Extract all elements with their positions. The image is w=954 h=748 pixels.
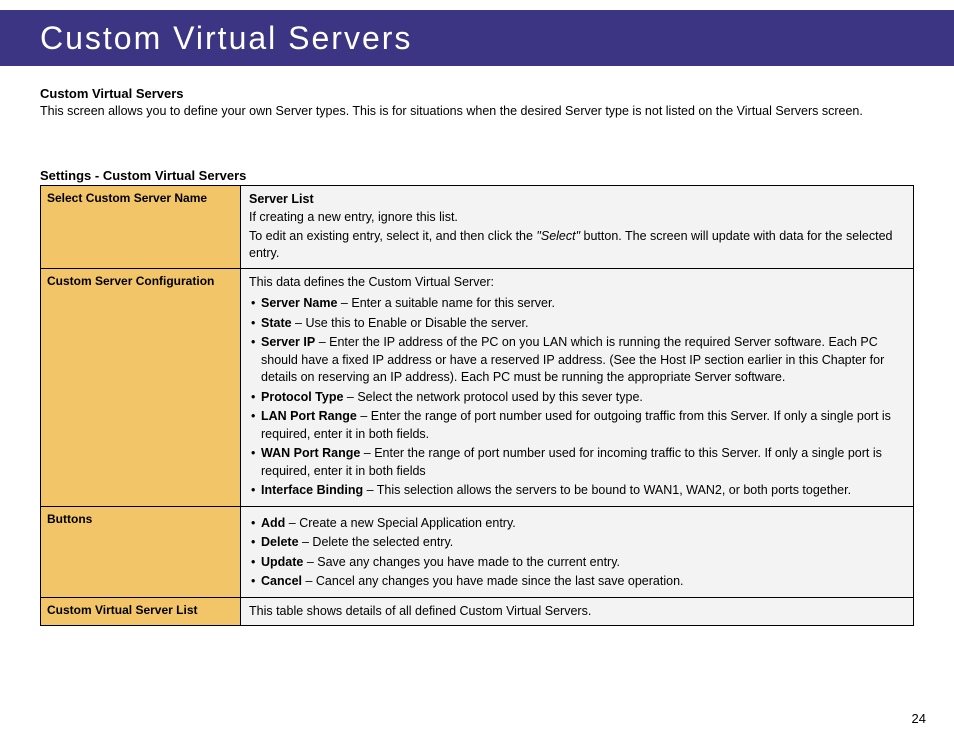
item-text: – Cancel any changes you have made since… <box>302 574 684 588</box>
list-item: Delete – Delete the selected entry. <box>249 534 905 552</box>
row-desc-buttons: Add – Create a new Special Application e… <box>241 506 914 597</box>
list-item: Update – Save any changes you have made … <box>249 554 905 572</box>
item-bold: State <box>261 316 292 330</box>
page-title: Custom Virtual Servers <box>40 20 412 57</box>
item-text: – Use this to Enable or Disable the serv… <box>292 316 529 330</box>
item-bold: Protocol Type <box>261 390 343 404</box>
item-bold: Interface Binding <box>261 483 363 497</box>
item-text: – Save any changes you have made to the … <box>303 555 620 569</box>
row-label-select-server: Select Custom Server Name <box>41 185 241 268</box>
item-bold: Update <box>261 555 303 569</box>
server-list-p2: To edit an existing entry, select it, an… <box>249 228 905 263</box>
list-item: WAN Port Range – Enter the range of port… <box>249 445 905 480</box>
serverlist-text: This table shows details of all defined … <box>249 603 905 621</box>
item-text: – Enter a suitable name for this server. <box>337 296 554 310</box>
intro-heading: Custom Virtual Servers <box>40 86 914 101</box>
table-row: Select Custom Server Name Server List If… <box>41 185 914 268</box>
item-text: – Create a new Special Application entry… <box>285 516 515 530</box>
text: To edit an existing entry, select it, an… <box>249 229 536 243</box>
config-intro: This data defines the Custom Virtual Ser… <box>249 274 905 292</box>
item-text: – Delete the selected entry. <box>299 535 454 549</box>
item-bold: Server IP <box>261 335 315 349</box>
item-bold: Server Name <box>261 296 337 310</box>
item-bold: Delete <box>261 535 299 549</box>
table-row: Buttons Add – Create a new Special Appli… <box>41 506 914 597</box>
row-desc-select-server: Server List If creating a new entry, ign… <box>241 185 914 268</box>
row-desc-serverlist: This table shows details of all defined … <box>241 597 914 626</box>
settings-table: Select Custom Server Name Server List If… <box>40 185 914 627</box>
page-number: 24 <box>912 711 926 726</box>
list-item: State – Use this to Enable or Disable th… <box>249 315 905 333</box>
item-bold: Cancel <box>261 574 302 588</box>
item-text: – This selection allows the servers to b… <box>363 483 851 497</box>
item-bold: LAN Port Range <box>261 409 357 423</box>
config-list: Server Name – Enter a suitable name for … <box>249 295 905 500</box>
row-desc-config: This data defines the Custom Virtual Ser… <box>241 268 914 506</box>
list-item: LAN Port Range – Enter the range of port… <box>249 408 905 443</box>
select-quote: "Select" <box>536 229 580 243</box>
table-row: Custom Virtual Server List This table sh… <box>41 597 914 626</box>
list-item: Cancel – Cancel any changes you have mad… <box>249 573 905 591</box>
list-item: Interface Binding – This selection allow… <box>249 482 905 500</box>
settings-table-title: Settings - Custom Virtual Servers <box>40 168 914 183</box>
server-list-lead: Server List <box>249 191 905 209</box>
content-area: Custom Virtual Servers This screen allow… <box>0 66 954 626</box>
item-text: – Enter the IP address of the PC on you … <box>261 335 884 384</box>
list-item: Server IP – Enter the IP address of the … <box>249 334 905 387</box>
page-header: Custom Virtual Servers <box>0 10 954 66</box>
list-item: Add – Create a new Special Application e… <box>249 515 905 533</box>
intro-text: This screen allows you to define your ow… <box>40 103 914 120</box>
buttons-list: Add – Create a new Special Application e… <box>249 515 905 591</box>
list-item: Protocol Type – Select the network proto… <box>249 389 905 407</box>
row-label-buttons: Buttons <box>41 506 241 597</box>
table-row: Custom Server Configuration This data de… <box>41 268 914 506</box>
row-label-config: Custom Server Configuration <box>41 268 241 506</box>
server-list-p1: If creating a new entry, ignore this lis… <box>249 209 905 227</box>
list-item: Server Name – Enter a suitable name for … <box>249 295 905 313</box>
item-bold: WAN Port Range <box>261 446 360 460</box>
item-text: – Select the network protocol used by th… <box>343 390 642 404</box>
row-label-serverlist: Custom Virtual Server List <box>41 597 241 626</box>
item-bold: Add <box>261 516 285 530</box>
